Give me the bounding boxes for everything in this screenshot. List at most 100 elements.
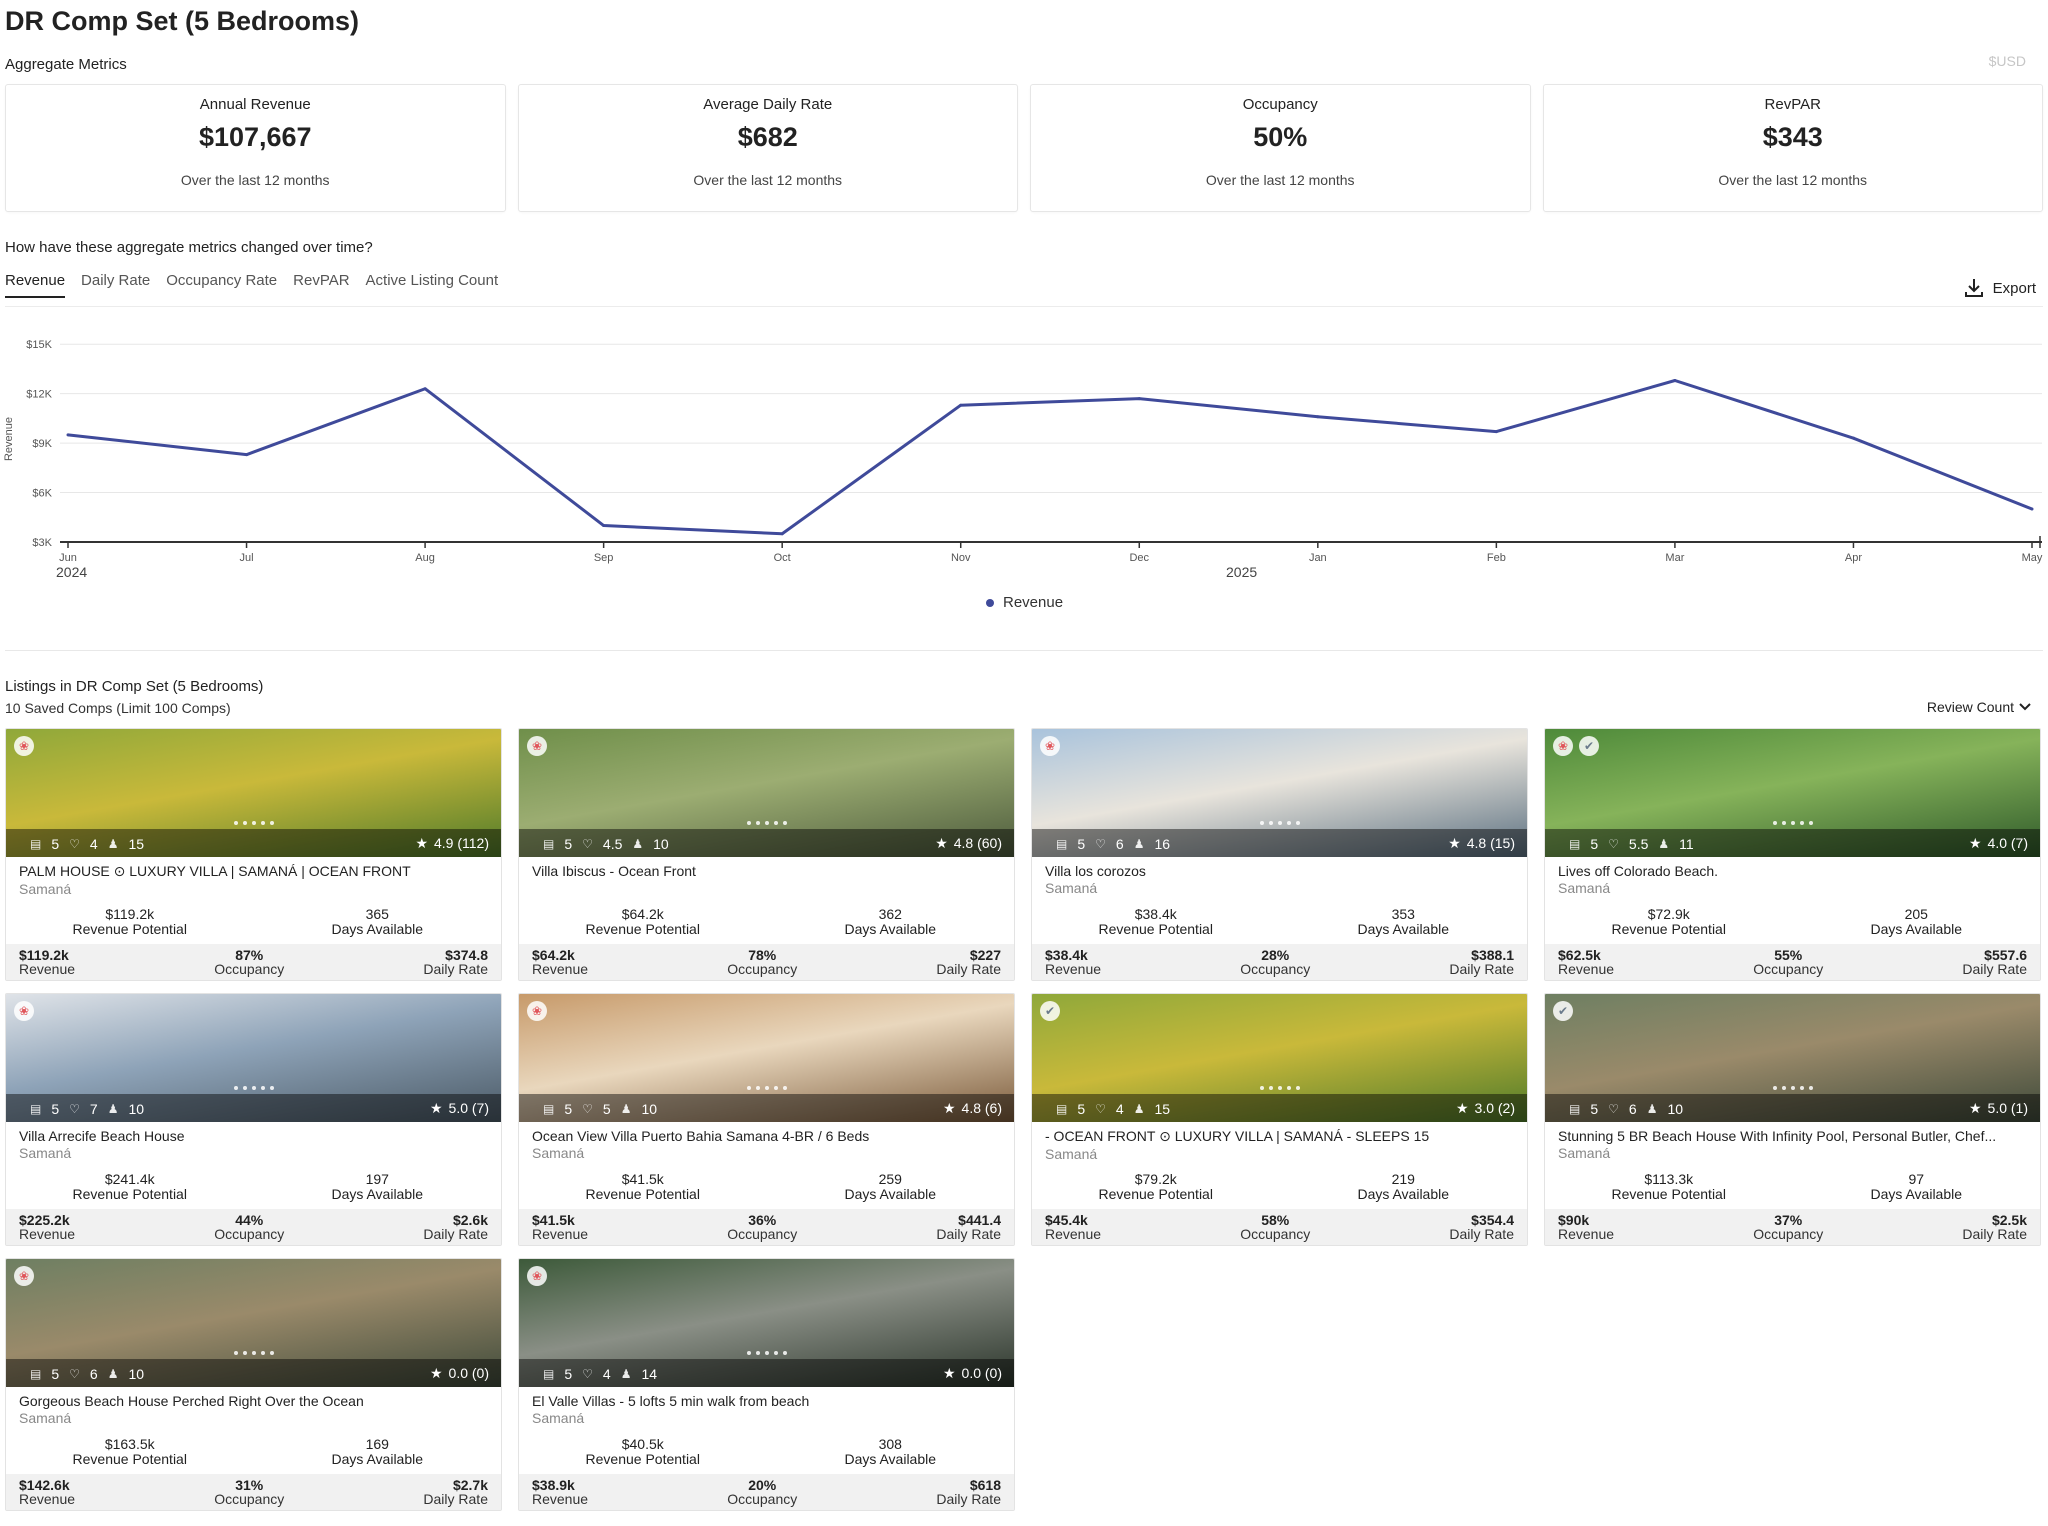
- guests-icon: ♟: [620, 1102, 632, 1116]
- airbnb-logo-icon: ❀: [14, 1266, 34, 1286]
- listing-photo[interactable]: ✔ ▤ 5 ♡ 4 ♟ 15 ★ 3.0 (2): [1032, 994, 1527, 1122]
- listing-potential: $72.9k Revenue Potential 205 Days Availa…: [1545, 907, 2040, 937]
- export-button[interactable]: Export: [1963, 277, 2036, 299]
- listing-card[interactable]: ✔ ▤ 5 ♡ 6 ♟ 10 ★ 5.0 (1) Stunning 5 BR B…: [1544, 993, 2041, 1246]
- x-tick-label: Apr: [1845, 552, 1862, 564]
- listing-card[interactable]: ❀ ▤ 5 ♡ 4.5 ♟ 10 ★ 4.8 (60) Villa Ibiscu…: [518, 728, 1015, 981]
- listing-daily-rate-value: $374.8: [445, 947, 488, 963]
- revenue-data-point: [1851, 436, 1855, 440]
- listing-revenue: $38.4k Revenue: [1045, 948, 1101, 977]
- listing-photo[interactable]: ❀ ▤ 5 ♡ 6 ♟ 16 ★ 4.8 (15): [1032, 729, 1527, 857]
- metric-card-annual-revenue: Annual Revenue $107,667 Over the last 12…: [5, 84, 506, 212]
- y-axis-label: Revenue: [3, 417, 15, 461]
- listing-name[interactable]: PALM HOUSE ⊙ LUXURY VILLA | SAMANÁ | OCE…: [19, 863, 488, 880]
- listing-photo[interactable]: ❀ ▤ 5 ♡ 6 ♟ 10 ★ 0.0 (0): [6, 1259, 501, 1387]
- bed-icon: ▤: [543, 1367, 555, 1381]
- listing-photo[interactable]: ❀ ▤ 5 ♡ 4 ♟ 15 ★ 4.9 (112): [6, 729, 501, 857]
- revenue-potential: $119.2k Revenue Potential: [6, 907, 254, 937]
- days-available-value: 219: [1391, 1171, 1415, 1187]
- guests-count: 10: [1667, 1101, 1684, 1117]
- listing-stats: ▤ 5 ♡ 4.5 ♟ 10: [543, 836, 669, 852]
- listing-daily-rate-label: Daily Rate: [936, 1491, 1001, 1507]
- listing-info: Gorgeous Beach House Perched Right Over …: [6, 1387, 501, 1474]
- listing-card[interactable]: ❀ ▤ 5 ♡ 7 ♟ 10 ★ 5.0 (7) Villa Arrecife …: [5, 993, 502, 1246]
- listing-name[interactable]: Lives off Colorado Beach.: [1558, 863, 2027, 879]
- listing-stats: ▤ 5 ♡ 5.5 ♟ 11: [1569, 836, 1694, 852]
- listing-name[interactable]: Villa Ibiscus - Ocean Front: [532, 863, 1001, 879]
- vrbo-logo-icon: ✔: [1553, 1001, 1573, 1021]
- listing-occupancy: 78% Occupancy: [727, 948, 797, 977]
- listing-occupancy-label: Occupancy: [214, 961, 285, 977]
- listing-name[interactable]: Villa Arrecife Beach House: [19, 1128, 488, 1144]
- days-available-value: 353: [1391, 906, 1415, 922]
- page-title: DR Comp Set (5 Bedrooms): [5, 6, 360, 36]
- x-tick-label: Sep: [594, 552, 614, 564]
- revenue-potential-value: $64.2k: [621, 906, 664, 922]
- listing-occupancy: 28% Occupancy: [1240, 948, 1310, 977]
- listing-card[interactable]: ❀ ▤ 5 ♡ 4 ♟ 15 ★ 4.9 (112) PALM HOUSE ⊙ …: [5, 728, 502, 981]
- listing-potential: $41.5k Revenue Potential 259 Days Availa…: [519, 1172, 1014, 1202]
- revenue-data-point: [1494, 430, 1498, 434]
- metric-title: RevPAR: [1764, 96, 1821, 113]
- baths-count: 4: [89, 836, 98, 852]
- guests-count: 10: [641, 1101, 658, 1117]
- listing-photo[interactable]: ❀ ▤ 5 ♡ 5 ♟ 10 ★ 4.8 (6): [519, 994, 1014, 1122]
- listing-occupancy: 87% Occupancy: [214, 948, 284, 977]
- rating: ★ 4.8 (15): [1448, 835, 1515, 852]
- carousel-dots[interactable]: [519, 1086, 1014, 1090]
- tab-daily-rate[interactable]: Daily Rate: [81, 272, 150, 298]
- listing-photo[interactable]: ❀ ▤ 5 ♡ 4 ♟ 14 ★ 0.0 (0): [519, 1259, 1014, 1387]
- listing-location: Samaná: [1045, 880, 1098, 896]
- listing-name[interactable]: Villa los corozos: [1045, 863, 1514, 879]
- tab-occupancy-rate[interactable]: Occupancy Rate: [166, 272, 277, 298]
- carousel-dots[interactable]: [1032, 1086, 1527, 1090]
- baths-count: 5.5: [1628, 836, 1649, 852]
- guests-count: 10: [128, 1366, 145, 1382]
- bath-icon: ♡: [1095, 1102, 1106, 1116]
- listing-name[interactable]: Gorgeous Beach House Perched Right Over …: [19, 1393, 488, 1409]
- bed-icon: ▤: [1056, 837, 1068, 851]
- listing-name[interactable]: - OCEAN FRONT ⊙ LUXURY VILLA | SAMANÁ - …: [1045, 1128, 1514, 1145]
- tab-revpar[interactable]: RevPAR: [293, 272, 349, 298]
- listing-card[interactable]: ❀ ▤ 5 ♡ 4 ♟ 14 ★ 0.0 (0) El Valle Villas…: [518, 1258, 1015, 1511]
- rating-value: 4.9 (112): [434, 835, 489, 851]
- listing-card[interactable]: ❀ ▤ 5 ♡ 5 ♟ 10 ★ 4.8 (6) Ocean View Vill…: [518, 993, 1015, 1246]
- carousel-dots[interactable]: [6, 1351, 501, 1355]
- listing-photo[interactable]: ❀ ▤ 5 ♡ 4.5 ♟ 10 ★ 4.8 (60): [519, 729, 1014, 857]
- listing-revenue-label: Revenue: [1558, 961, 1615, 977]
- bedrooms-count: 5: [1077, 1101, 1086, 1117]
- tab-active-listing-count[interactable]: Active Listing Count: [366, 272, 499, 298]
- listing-info: Villa Arrecife Beach House Samaná $241.4…: [6, 1122, 501, 1209]
- carousel-dots[interactable]: [519, 1351, 1014, 1355]
- metric-subtitle: Over the last 12 months: [180, 172, 330, 188]
- sort-dropdown[interactable]: Review Count: [1927, 699, 2032, 715]
- listing-info: Ocean View Villa Puerto Bahia Samana 4-B…: [519, 1122, 1014, 1209]
- carousel-dots[interactable]: [6, 821, 501, 825]
- listing-daily-rate-value: $2.5k: [1991, 1212, 2027, 1228]
- vrbo-logo-icon: ✔: [1040, 1001, 1060, 1021]
- listing-revenue: $90k Revenue: [1558, 1213, 1614, 1242]
- baths-count: 6: [1628, 1101, 1637, 1117]
- listing-card[interactable]: ❀ ▤ 5 ♡ 6 ♟ 16 ★ 4.8 (15) Villa los coro…: [1031, 728, 1528, 981]
- rating: ★ 5.0 (7): [430, 1100, 489, 1117]
- listing-card[interactable]: ✔ ▤ 5 ♡ 4 ♟ 15 ★ 3.0 (2) - OCEAN FRONT ⊙…: [1031, 993, 1528, 1246]
- carousel-dots[interactable]: [1545, 1086, 2040, 1090]
- listing-photo[interactable]: ✔ ▤ 5 ♡ 6 ♟ 10 ★ 5.0 (1): [1545, 994, 2040, 1122]
- listing-name[interactable]: El Valle Villas - 5 lofts 5 min walk fro…: [532, 1393, 1001, 1409]
- tab-revenue[interactable]: Revenue: [5, 272, 66, 298]
- listing-card[interactable]: ❀ ✔ ▤ 5 ♡ 5.5 ♟ 11 ★ 4.0 (7) Lives off Co…: [1544, 728, 2041, 981]
- carousel-dots[interactable]: [1032, 821, 1527, 825]
- listing-name[interactable]: Ocean View Villa Puerto Bahia Samana 4-B…: [532, 1128, 1001, 1144]
- listing-card[interactable]: ❀ ▤ 5 ♡ 6 ♟ 10 ★ 0.0 (0) Gorgeous Beach …: [5, 1258, 502, 1511]
- carousel-dots[interactable]: [1545, 821, 2040, 825]
- metric-card-occupancy: Occupancy 50% Over the last 12 months: [1030, 84, 1531, 212]
- listing-daily-rate-label: Daily Rate: [1449, 1226, 1514, 1242]
- listing-photo[interactable]: ❀ ▤ 5 ♡ 7 ♟ 10 ★ 5.0 (7): [6, 994, 501, 1122]
- carousel-dots[interactable]: [519, 821, 1014, 825]
- listing-daily-rate: $354.4 Daily Rate: [1449, 1213, 1514, 1242]
- guests-icon: ♟: [1646, 1102, 1658, 1116]
- listing-name[interactable]: Stunning 5 BR Beach House With Infinity …: [1558, 1128, 2027, 1144]
- carousel-dots[interactable]: [6, 1086, 501, 1090]
- listing-photo[interactable]: ❀ ✔ ▤ 5 ♡ 5.5 ♟ 11 ★ 4.0 (7): [1545, 729, 2040, 857]
- listing-metrics: $90k Revenue 37% Occupancy $2.5k Daily R…: [1545, 1209, 2040, 1245]
